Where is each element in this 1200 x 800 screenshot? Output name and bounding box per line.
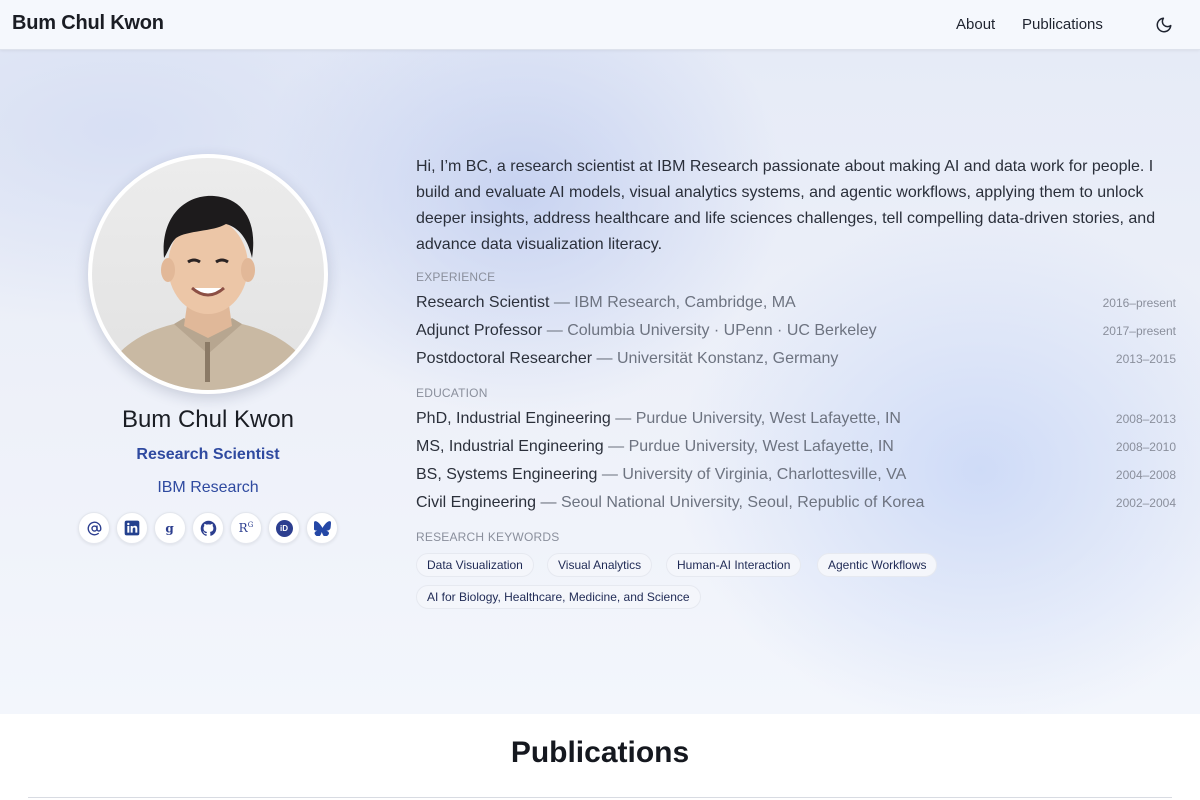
moon-icon	[1156, 17, 1172, 33]
profile-organization: IBM Research	[157, 479, 259, 496]
linkedin-link[interactable]	[116, 512, 148, 544]
em-dash-separator: —	[553, 294, 575, 311]
bluesky-link[interactable]	[306, 512, 338, 544]
education-place: University of Virginia, Charlottesville,…	[622, 466, 907, 483]
education-row: PhD, Industrial Engineering — Purdue Uni…	[416, 410, 1176, 432]
experience-years: 2016–present	[1102, 296, 1176, 310]
google-scholar-link[interactable]: g	[154, 512, 186, 544]
linkedin-icon	[124, 520, 140, 536]
experience-place: Columbia University · UPenn · UC Berkele…	[567, 322, 877, 339]
education-years: 2002–2004	[1115, 496, 1176, 510]
svg-text:g: g	[165, 522, 174, 536]
education-heading: EDUCATION	[416, 386, 488, 400]
em-dash-separator: —	[601, 466, 623, 483]
experience-row: Adjunct Professor — Columbia University …	[416, 322, 1176, 344]
theme-toggle-button[interactable]	[1152, 13, 1176, 37]
site-header: Bum Chul Kwon About Publications	[0, 0, 1200, 50]
education-years: 2004–2008	[1115, 468, 1176, 482]
em-dash-separator: —	[608, 438, 629, 455]
em-dash-separator: —	[615, 410, 636, 427]
experience-years: 2017–present	[1102, 324, 1176, 338]
orcid-link[interactable]: iD	[268, 512, 300, 544]
education-row: MS, Industrial Engineering — Purdue Univ…	[416, 438, 1176, 460]
profile-photo	[92, 158, 324, 390]
keyword-chip: Data Visualization	[416, 553, 534, 577]
education-title: Civil Engineering	[416, 494, 537, 511]
publications-heading: Publications	[510, 736, 690, 769]
education-title: BS, Systems Engineering	[416, 466, 598, 483]
education-years: 2008–2010	[1115, 440, 1176, 454]
publications-divider	[28, 797, 1172, 798]
profile-photo-frame	[88, 154, 328, 394]
google-scholar-icon: g	[165, 522, 174, 536]
email-at-icon	[87, 521, 101, 535]
researchgate-icon: RG	[238, 521, 254, 535]
education-row: Civil Engineering — Seoul National Unive…	[416, 494, 1176, 516]
experience-heading: EXPERIENCE	[416, 270, 496, 284]
education-title: PhD, Industrial Engineering	[416, 410, 611, 427]
social-links: g RG iD	[78, 512, 338, 544]
education-place: Seoul National University, Seoul, Republ…	[560, 494, 925, 511]
site-brand[interactable]: Bum Chul Kwon	[12, 12, 164, 35]
experience-place: Universität Konstanz, Germany	[617, 350, 839, 367]
experience-row: Postdoctoral Researcher — Universität Ko…	[416, 350, 1176, 372]
keyword-chip: Visual Analytics	[547, 553, 653, 577]
keyword-chip: Agentic Workflows	[817, 553, 938, 577]
education-years: 2008–2013	[1115, 412, 1176, 426]
github-icon	[200, 520, 216, 536]
bio-paragraph: Hi, I’m BC, a research scientist at IBM …	[416, 158, 1156, 253]
profile-role: Research Scientist	[136, 446, 280, 463]
keyword-chip: AI for Biology, Healthcare, Medicine, an…	[416, 585, 701, 609]
orcid-icon: iD	[275, 519, 293, 537]
experience-title: Postdoctoral Researcher	[416, 350, 593, 367]
github-link[interactable]	[192, 512, 224, 544]
education-title: MS, Industrial Engineering	[416, 438, 604, 455]
keyword-chip: Human-AI Interaction	[666, 553, 802, 577]
profile-name: Bum Chul Kwon	[121, 406, 295, 433]
em-dash-separator: —	[596, 350, 617, 367]
em-dash-separator: —	[540, 494, 561, 511]
bluesky-butterfly-icon	[313, 520, 331, 536]
hero-section: Bum Chul Kwon Research Scientist IBM Res…	[0, 50, 1200, 714]
keywords-heading: RESEARCH KEYWORDS	[416, 530, 560, 544]
education-place: Purdue University, West Lafayette, IN	[628, 438, 894, 455]
experience-place: IBM Research, Cambridge, MA	[574, 294, 796, 311]
experience-row: Research Scientist — IBM Research, Cambr…	[416, 294, 1176, 316]
nav-about-link[interactable]: About	[956, 16, 995, 33]
experience-title: Research Scientist	[416, 294, 550, 311]
em-dash-separator: —	[546, 322, 568, 339]
education-place: Purdue University, West Lafayette, IN	[635, 410, 901, 427]
nav-publications-link[interactable]: Publications	[1022, 16, 1103, 33]
researchgate-link[interactable]: RG	[230, 512, 262, 544]
experience-years: 2013–2015	[1115, 352, 1176, 366]
experience-title: Adjunct Professor	[416, 322, 543, 339]
education-row: BS, Systems Engineering — University of …	[416, 466, 1176, 488]
email-link[interactable]	[78, 512, 110, 544]
